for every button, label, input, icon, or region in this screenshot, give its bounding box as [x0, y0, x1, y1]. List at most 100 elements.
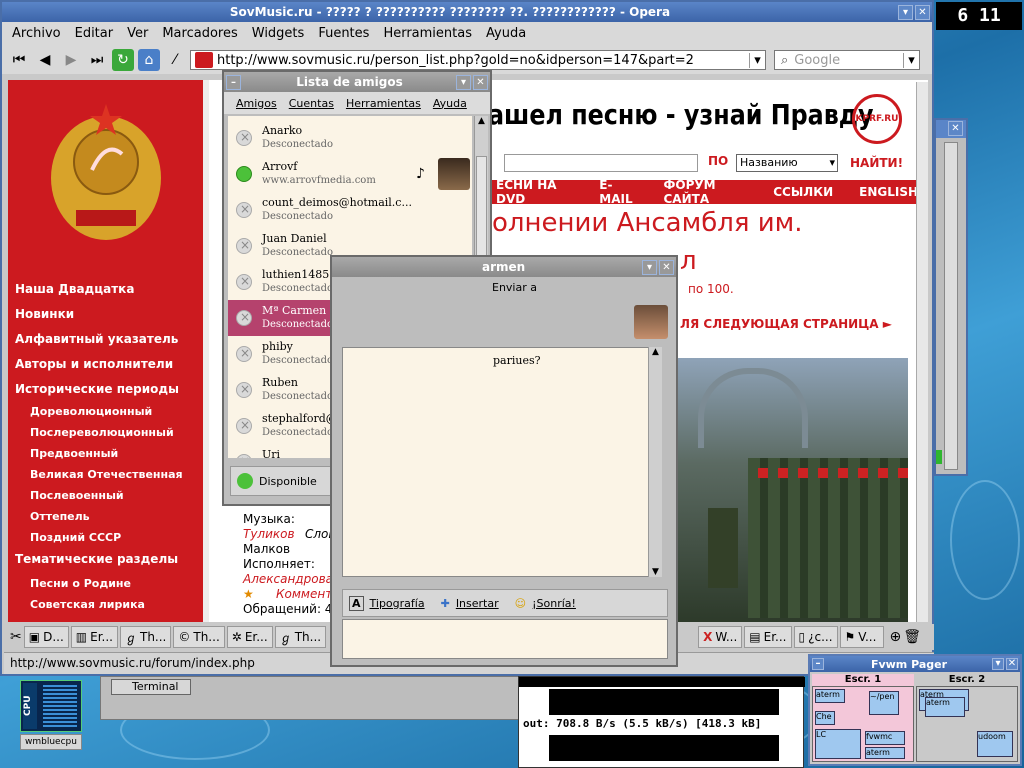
- kprf-logo[interactable]: KPRF.RU: [852, 94, 902, 144]
- smile-button[interactable]: ¡Sonría!: [532, 597, 576, 610]
- message-input[interactable]: [342, 619, 668, 659]
- rewind-icon[interactable]: ⏮: [8, 49, 30, 71]
- window-menu-icon[interactable]: –: [812, 658, 824, 670]
- close-icon[interactable]: ✕: [659, 259, 674, 275]
- desk-2-label[interactable]: Escr. 2: [916, 674, 1018, 686]
- forward-icon[interactable]: ▶: [60, 49, 82, 71]
- friends-titlebar[interactable]: – Lista de amigos ▾ ✕: [224, 72, 490, 92]
- nav-links[interactable]: ССЫЛКИ: [773, 185, 833, 199]
- contact-row[interactable]: Arrovf www.arrovfmedia.com ♪: [228, 156, 472, 192]
- menu-fuentes[interactable]: Fuentes: [318, 26, 369, 42]
- sidebar-item[interactable]: Дореволюционный: [30, 405, 152, 418]
- reload-icon[interactable]: ↻: [112, 49, 134, 71]
- sidebar-item[interactable]: Советская лирика: [30, 598, 145, 611]
- chat-scrollbar[interactable]: ▲ ▼: [648, 347, 662, 577]
- minimize-icon[interactable]: ▾: [992, 658, 1004, 670]
- sidebar-item[interactable]: Оттепель: [30, 510, 90, 523]
- sidebar-item[interactable]: Исторические периоды: [15, 382, 179, 396]
- task-tab[interactable]: ℊ Th...: [274, 626, 327, 648]
- address-field[interactable]: http://www.sovmusic.ru/person_list.php?g…: [190, 50, 766, 70]
- pager-window[interactable]: aterm: [865, 747, 905, 759]
- opera-titlebar[interactable]: SovMusic.ru - ????? ? ?????????? ???????…: [2, 2, 932, 22]
- performer-link[interactable]: Александрова: [243, 572, 333, 586]
- search-input[interactable]: ⌕ Google ▾: [774, 50, 920, 70]
- close-icon[interactable]: ✕: [915, 4, 930, 20]
- menu-cuentas[interactable]: Cuentas: [289, 97, 334, 110]
- close-icon[interactable]: ✕: [1006, 658, 1018, 670]
- task-tab[interactable]: ℊ Th...: [119, 626, 172, 648]
- sidebar-item[interactable]: Великая Отечественная: [30, 468, 183, 481]
- sidebar-item[interactable]: Поздний СССР: [30, 531, 121, 544]
- task-tab[interactable]: ▯ ¿c...: [793, 626, 838, 648]
- send-to-menu[interactable]: Enviar a: [492, 281, 537, 294]
- nav-forum[interactable]: ФОРУМ САЙТА: [664, 178, 748, 206]
- menu-ayuda[interactable]: Ayuda: [486, 26, 526, 42]
- desk-1-label[interactable]: Escr. 1: [812, 674, 914, 686]
- pager-window[interactable]: udoom: [977, 731, 1013, 757]
- chevron-down-icon[interactable]: ▾: [749, 52, 765, 68]
- menu-archivo[interactable]: Archivo: [12, 26, 61, 42]
- site-search-input[interactable]: [504, 154, 698, 172]
- task-tab[interactable]: © Th...: [173, 626, 225, 648]
- trash-icon[interactable]: 🗑: [903, 629, 921, 645]
- task-tab[interactable]: X W...: [698, 626, 743, 648]
- search-field-select[interactable]: Названию ▾: [736, 154, 838, 172]
- chevron-down-icon[interactable]: ▾: [903, 52, 919, 68]
- next-page-link[interactable]: ЛЯ СЛЕДУЮЩАЯ СТРАНИЦА ►: [680, 317, 892, 331]
- back-icon[interactable]: ◀: [34, 49, 56, 71]
- soldiers-painting[interactable]: [678, 358, 908, 622]
- menu-amigos[interactable]: Amigos: [236, 97, 277, 110]
- desk-2[interactable]: aterm aterm udoom: [916, 686, 1018, 762]
- composer-link[interactable]: Туликов: [243, 527, 295, 541]
- home-icon[interactable]: ⌂: [138, 49, 160, 71]
- close-icon[interactable]: ✕: [948, 121, 963, 136]
- sidebar-item[interactable]: Послевоенный: [30, 489, 124, 502]
- pager-window[interactable]: ~/pen: [869, 691, 899, 715]
- pager-window[interactable]: aterm: [925, 697, 965, 717]
- terminal-window[interactable]: Terminal: [100, 676, 520, 720]
- chat-titlebar[interactable]: armen ▾ ✕: [332, 257, 676, 277]
- pager-window[interactable]: LC: [815, 729, 861, 759]
- menu-widgets[interactable]: Widgets: [252, 26, 305, 42]
- sidebar-item[interactable]: Алфавитный указатель: [15, 332, 178, 346]
- sidebar-item[interactable]: Предвоенный: [30, 447, 118, 460]
- wmbluecpu-label[interactable]: wmbluecpu: [20, 734, 82, 750]
- fvwm-pager[interactable]: – Fvwm Pager ▾ ✕ Escr. 1 Escr. 2 aterm ~…: [808, 654, 1022, 766]
- task-tab[interactable]: ▤ Er...: [744, 626, 792, 648]
- fast-forward-icon[interactable]: ⏭: [86, 49, 108, 71]
- tools-icon[interactable]: ✂: [10, 629, 22, 645]
- menu-ayuda[interactable]: Ayuda: [433, 97, 467, 110]
- wand-icon[interactable]: ⁄: [164, 49, 186, 71]
- pager-titlebar[interactable]: – Fvwm Pager ▾ ✕: [810, 656, 1020, 672]
- menu-herramientas[interactable]: Herramientas: [346, 97, 421, 110]
- minimize-icon[interactable]: ▾: [456, 74, 471, 90]
- pager-window[interactable]: aterm: [815, 689, 845, 703]
- sidebar-item[interactable]: Авторы и исполнители: [15, 357, 173, 371]
- menu-editar[interactable]: Editar: [75, 26, 114, 42]
- task-tab[interactable]: ✲ Er...: [226, 626, 273, 648]
- sidebar-item[interactable]: Новинки: [15, 307, 74, 321]
- minimize-icon[interactable]: ▾: [642, 259, 657, 275]
- add-tab-icon[interactable]: ⊕: [890, 629, 902, 645]
- menu-herramientas[interactable]: Herramientas: [383, 26, 472, 42]
- window-menu-icon[interactable]: –: [226, 74, 241, 90]
- chat-window[interactable]: armen ▾ ✕ Enviar a pariues? ▲ ▼ A Tipogr…: [330, 255, 678, 667]
- sidebar-item[interactable]: Наша Двадцатка: [15, 282, 134, 296]
- contact-row[interactable]: Anarko Desconectado: [228, 120, 472, 156]
- task-tab[interactable]: ▥ Er...: [70, 626, 118, 648]
- nav-english[interactable]: ENGLISH: [859, 185, 918, 199]
- insert-button[interactable]: Insertar: [456, 597, 499, 610]
- desk-1[interactable]: aterm ~/pen Che LC fvwmc aterm: [812, 686, 914, 762]
- typography-button[interactable]: Tipografía: [370, 597, 425, 610]
- search-button[interactable]: НАЙТИ!: [850, 156, 903, 170]
- nav-email[interactable]: E-MAIL: [599, 178, 637, 206]
- contact-row[interactable]: count_deimos@hotmail.c... Desconectado: [228, 192, 472, 228]
- sidebar-item[interactable]: Послереволюционный: [30, 426, 174, 439]
- pager-window[interactable]: fvwmc: [865, 731, 905, 745]
- close-icon[interactable]: ✕: [473, 74, 488, 90]
- sidebar-item[interactable]: Тематические разделы: [15, 552, 178, 566]
- terminal-button[interactable]: Terminal: [111, 679, 191, 695]
- page-scrollbar[interactable]: [916, 82, 928, 622]
- minimize-icon[interactable]: ▾: [898, 4, 913, 20]
- task-tab[interactable]: ⚑ V...: [839, 626, 884, 648]
